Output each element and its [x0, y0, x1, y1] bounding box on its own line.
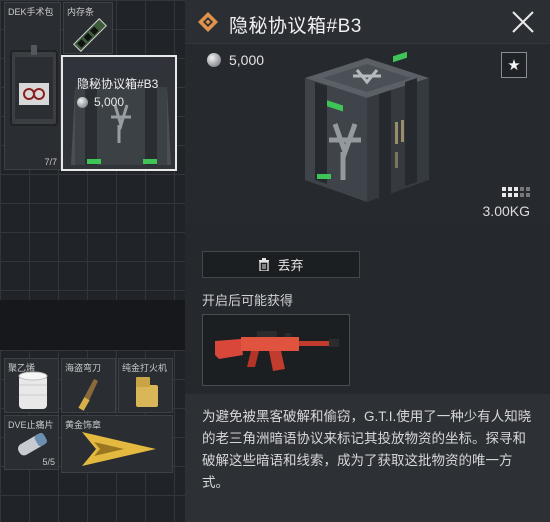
- memory-stick-icon: [73, 18, 107, 52]
- gold-emblem-icon: [82, 432, 156, 466]
- discard-button[interactable]: 丢弃: [202, 251, 360, 278]
- inventory-item-polyethylene[interactable]: 聚乙烯: [4, 358, 59, 413]
- inventory-item-gold-lighter[interactable]: 纯金打火机: [118, 358, 173, 413]
- reward-item-rifle[interactable]: [202, 314, 350, 386]
- discard-label: 丢弃: [277, 258, 304, 273]
- favorite-button[interactable]: ★: [501, 52, 527, 78]
- item-label: 纯金打火机: [122, 363, 168, 373]
- price-value: 5,000: [229, 52, 265, 68]
- item-detail-panel: 隐秘协议箱#B3 5,000 ★ 3.00KG 丢弃 开启后可能获得 为避免被黑…: [185, 0, 550, 522]
- inventory-item-gold-emblem[interactable]: 黄金饰章: [61, 415, 173, 473]
- selected-item-name: 隐秘协议箱#B3: [77, 77, 159, 91]
- star-icon: ★: [507, 57, 521, 74]
- item-title: 隐秘协议箱#B3: [229, 16, 362, 37]
- selected-item-price: 5,000: [77, 95, 124, 109]
- knife-icon: [78, 379, 98, 411]
- coin-icon: [207, 53, 221, 67]
- description-text: 为避免被黑客破解和偷窃，G.T.I.使用了一种少有人知晓的老三角洲暗语协议来标记…: [202, 409, 532, 490]
- selected-price-value: 5,000: [94, 95, 125, 109]
- inventory-divider: [0, 300, 185, 350]
- pill-tube-icon: [17, 432, 48, 456]
- close-icon[interactable]: [510, 9, 536, 35]
- item-weight: 3.00KG: [482, 203, 530, 219]
- item-description: 为避免被黑客破解和偷窃，G.T.I.使用了一种少有人知晓的老三角洲暗语协议来标记…: [185, 394, 550, 522]
- item-count: 5/5: [42, 457, 55, 467]
- coin-icon: [77, 96, 88, 108]
- inventory-item-protocol-box[interactable]: 隐秘协议箱#B3 5,000: [61, 55, 177, 171]
- surgical-kit-icon: [10, 45, 58, 126]
- possible-rewards-label: 开启后可能获得: [202, 293, 294, 308]
- polyethylene-roll-icon: [18, 371, 48, 409]
- crate-image: [305, 52, 429, 202]
- item-price: 5,000: [207, 52, 264, 68]
- rarity-diamond-icon: [198, 12, 218, 32]
- inventory-item-surgical-kit[interactable]: DEK手术包 7/7: [4, 2, 61, 170]
- inventory-item-painkiller[interactable]: DVE止痛片 5/5: [4, 415, 59, 470]
- inventory-item-pirate-knife[interactable]: 海盗弯刀: [61, 358, 116, 413]
- size-grid-icon: [502, 187, 530, 197]
- detail-header: 隐秘协议箱#B3: [185, 0, 550, 44]
- inventory-panel: DEK手术包 7/7 内存条 隐秘协议箱#B3 5,000 聚乙烯 海盗弯刀 纯…: [0, 0, 185, 522]
- rifle-icon: [215, 331, 339, 371]
- item-label: DEK手术包: [8, 7, 54, 17]
- inventory-item-memory[interactable]: 内存条: [63, 2, 113, 54]
- item-count: 7/7: [44, 157, 57, 167]
- trash-icon: [259, 258, 270, 271]
- lighter-icon: [136, 377, 158, 407]
